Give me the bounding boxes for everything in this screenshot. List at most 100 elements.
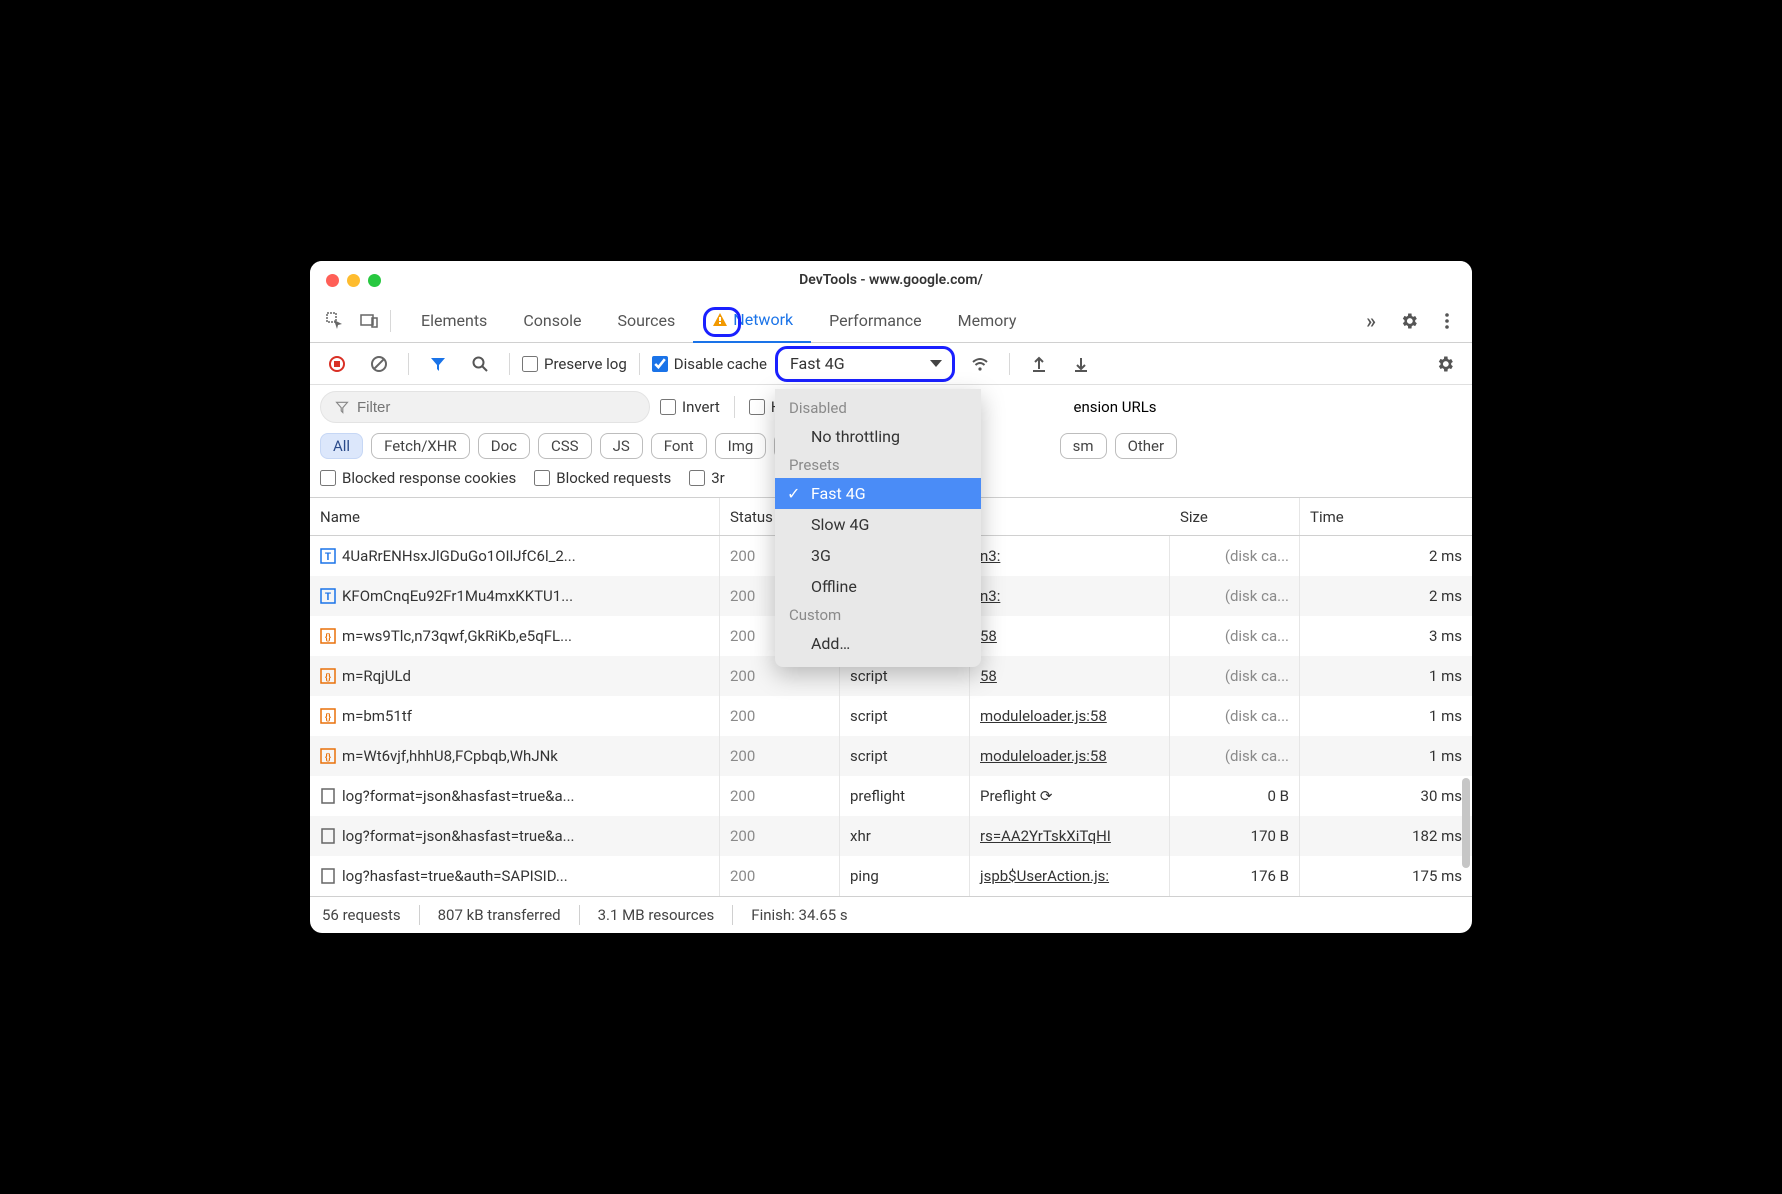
throttling-select[interactable]: Fast 4G Disabled No throttling Presets F…: [775, 346, 955, 382]
tab-console[interactable]: Console: [505, 299, 599, 343]
request-time: 182 ms: [1300, 816, 1472, 856]
clear-button[interactable]: [362, 347, 396, 381]
request-time: 1 ms: [1300, 696, 1472, 736]
tab-performance[interactable]: Performance: [811, 299, 940, 343]
col-name[interactable]: Name: [310, 498, 720, 535]
titlebar: DevTools - www.google.com/: [310, 261, 1472, 299]
request-time: 1 ms: [1300, 656, 1472, 696]
script-file-icon: {}: [320, 628, 336, 644]
network-settings-icon[interactable]: [1428, 347, 1462, 381]
tab-list: Elements Console Sources Network Perform…: [403, 299, 1354, 343]
type-pill-doc[interactable]: Doc: [478, 433, 530, 459]
request-initiator[interactable]: n3:: [970, 536, 1170, 576]
type-pill-other[interactable]: Other: [1115, 433, 1178, 459]
svg-text:{}: {}: [325, 673, 331, 683]
type-pill-js[interactable]: JS: [600, 433, 643, 459]
kebab-menu-icon[interactable]: [1430, 304, 1464, 338]
request-type: ping: [840, 856, 970, 896]
request-initiator[interactable]: moduleloader.js:58: [970, 736, 1170, 776]
minimize-window-button[interactable]: [347, 274, 360, 287]
funnel-icon: [335, 400, 349, 414]
request-size: (disk ca...: [1170, 536, 1300, 576]
doc-file-icon: [320, 788, 336, 804]
col-size[interactable]: Size: [1170, 498, 1300, 535]
menu-item-add[interactable]: Add…: [775, 628, 981, 659]
request-initiator[interactable]: Preflight ⟳: [970, 776, 1170, 816]
menu-header-disabled: Disabled: [775, 395, 981, 421]
request-initiator[interactable]: 58: [970, 656, 1170, 696]
type-pill-img[interactable]: Img: [715, 433, 767, 459]
request-size: (disk ca...: [1170, 696, 1300, 736]
filter-input[interactable]: [320, 391, 650, 423]
doc-file-icon: [320, 868, 336, 884]
menu-item-offline[interactable]: Offline: [775, 571, 981, 602]
request-initiator[interactable]: 58: [970, 616, 1170, 656]
request-initiator[interactable]: jspb$UserAction.js:: [970, 856, 1170, 896]
main-tabs: Elements Console Sources Network Perform…: [310, 299, 1472, 343]
blocked-response-cookies-checkbox[interactable]: Blocked response cookies: [320, 469, 516, 487]
type-pill-wasm[interactable]: sm: [1060, 433, 1107, 459]
menu-header-presets: Presets: [775, 452, 981, 478]
request-name: m=ws9Tlc,n73qwf,GkRiKb,e5qFL...: [342, 627, 572, 645]
maximize-window-button[interactable]: [368, 274, 381, 287]
svg-text:{}: {}: [325, 633, 331, 643]
script-file-icon: {}: [320, 748, 336, 764]
request-initiator[interactable]: moduleloader.js:58: [970, 696, 1170, 736]
tab-memory[interactable]: Memory: [940, 299, 1035, 343]
svg-text:T: T: [325, 552, 331, 563]
network-conditions-icon[interactable]: [963, 347, 997, 381]
settings-icon[interactable]: [1392, 304, 1426, 338]
request-time: 2 ms: [1300, 536, 1472, 576]
menu-item-3g[interactable]: 3G: [775, 540, 981, 571]
disable-cache-checkbox[interactable]: Disable cache: [652, 355, 767, 373]
request-size: (disk ca...: [1170, 656, 1300, 696]
third-party-checkbox[interactable]: 3r: [689, 469, 725, 487]
request-status: 200: [720, 856, 840, 896]
type-pill-css[interactable]: CSS: [538, 433, 592, 459]
request-size: (disk ca...: [1170, 736, 1300, 776]
tab-elements[interactable]: Elements: [403, 299, 505, 343]
type-pill-all[interactable]: All: [320, 433, 363, 459]
request-name: log?format=json&hasfast=true&a...: [342, 787, 575, 805]
request-status: 200: [720, 696, 840, 736]
tab-network[interactable]: Network: [693, 299, 811, 343]
request-size: 0 B: [1170, 776, 1300, 816]
type-pill-font[interactable]: Font: [651, 433, 707, 459]
scrollbar[interactable]: [1462, 778, 1470, 868]
table-row[interactable]: log?format=json&hasfast=true&a...200pref…: [310, 776, 1472, 816]
request-name: m=Wt6vjf,hhhU8,FCpbqb,WhJNk: [342, 747, 558, 765]
inspect-element-icon[interactable]: [318, 304, 352, 338]
type-pill-fetch-xhr[interactable]: Fetch/XHR: [371, 433, 470, 459]
footer-finish: Finish: 34.65 s: [751, 906, 847, 924]
close-window-button[interactable]: [326, 274, 339, 287]
export-har-icon[interactable]: [1022, 347, 1056, 381]
import-har-icon[interactable]: [1064, 347, 1098, 381]
col-time[interactable]: Time: [1300, 498, 1472, 535]
table-row[interactable]: {}m=Wt6vjf,hhhU8,FCpbqb,WhJNk200scriptmo…: [310, 736, 1472, 776]
device-toolbar-icon[interactable]: [352, 304, 386, 338]
request-type: script: [840, 696, 970, 736]
status-footer: 56 requests 807 kB transferred 3.1 MB re…: [310, 896, 1472, 933]
table-row[interactable]: log?format=json&hasfast=true&a...200xhrr…: [310, 816, 1472, 856]
tab-sources[interactable]: Sources: [599, 299, 693, 343]
svg-text:{}: {}: [325, 753, 331, 763]
table-row[interactable]: log?hasfast=true&auth=SAPISID...200pingj…: [310, 856, 1472, 896]
menu-item-no-throttling[interactable]: No throttling: [775, 421, 981, 452]
more-tabs-icon[interactable]: »: [1354, 304, 1388, 338]
table-row[interactable]: {}m=bm51tf200scriptmoduleloader.js:58(di…: [310, 696, 1472, 736]
menu-item-slow-4g[interactable]: Slow 4G: [775, 509, 981, 540]
request-initiator[interactable]: n3:: [970, 576, 1170, 616]
filter-toggle-icon[interactable]: [421, 347, 455, 381]
request-size: (disk ca...: [1170, 576, 1300, 616]
preserve-log-checkbox[interactable]: Preserve log: [522, 355, 627, 373]
request-initiator[interactable]: rs=AA2YrTskXiTqHI: [970, 816, 1170, 856]
invert-checkbox[interactable]: Invert: [660, 398, 720, 416]
menu-item-fast-4g[interactable]: Fast 4G: [775, 478, 981, 509]
font-file-icon: T: [320, 588, 336, 604]
menu-header-custom: Custom: [775, 602, 981, 628]
blocked-requests-checkbox[interactable]: Blocked requests: [534, 469, 671, 487]
search-icon[interactable]: [463, 347, 497, 381]
request-type: script: [840, 736, 970, 776]
window-title: DevTools - www.google.com/: [310, 272, 1472, 288]
record-button[interactable]: [320, 347, 354, 381]
